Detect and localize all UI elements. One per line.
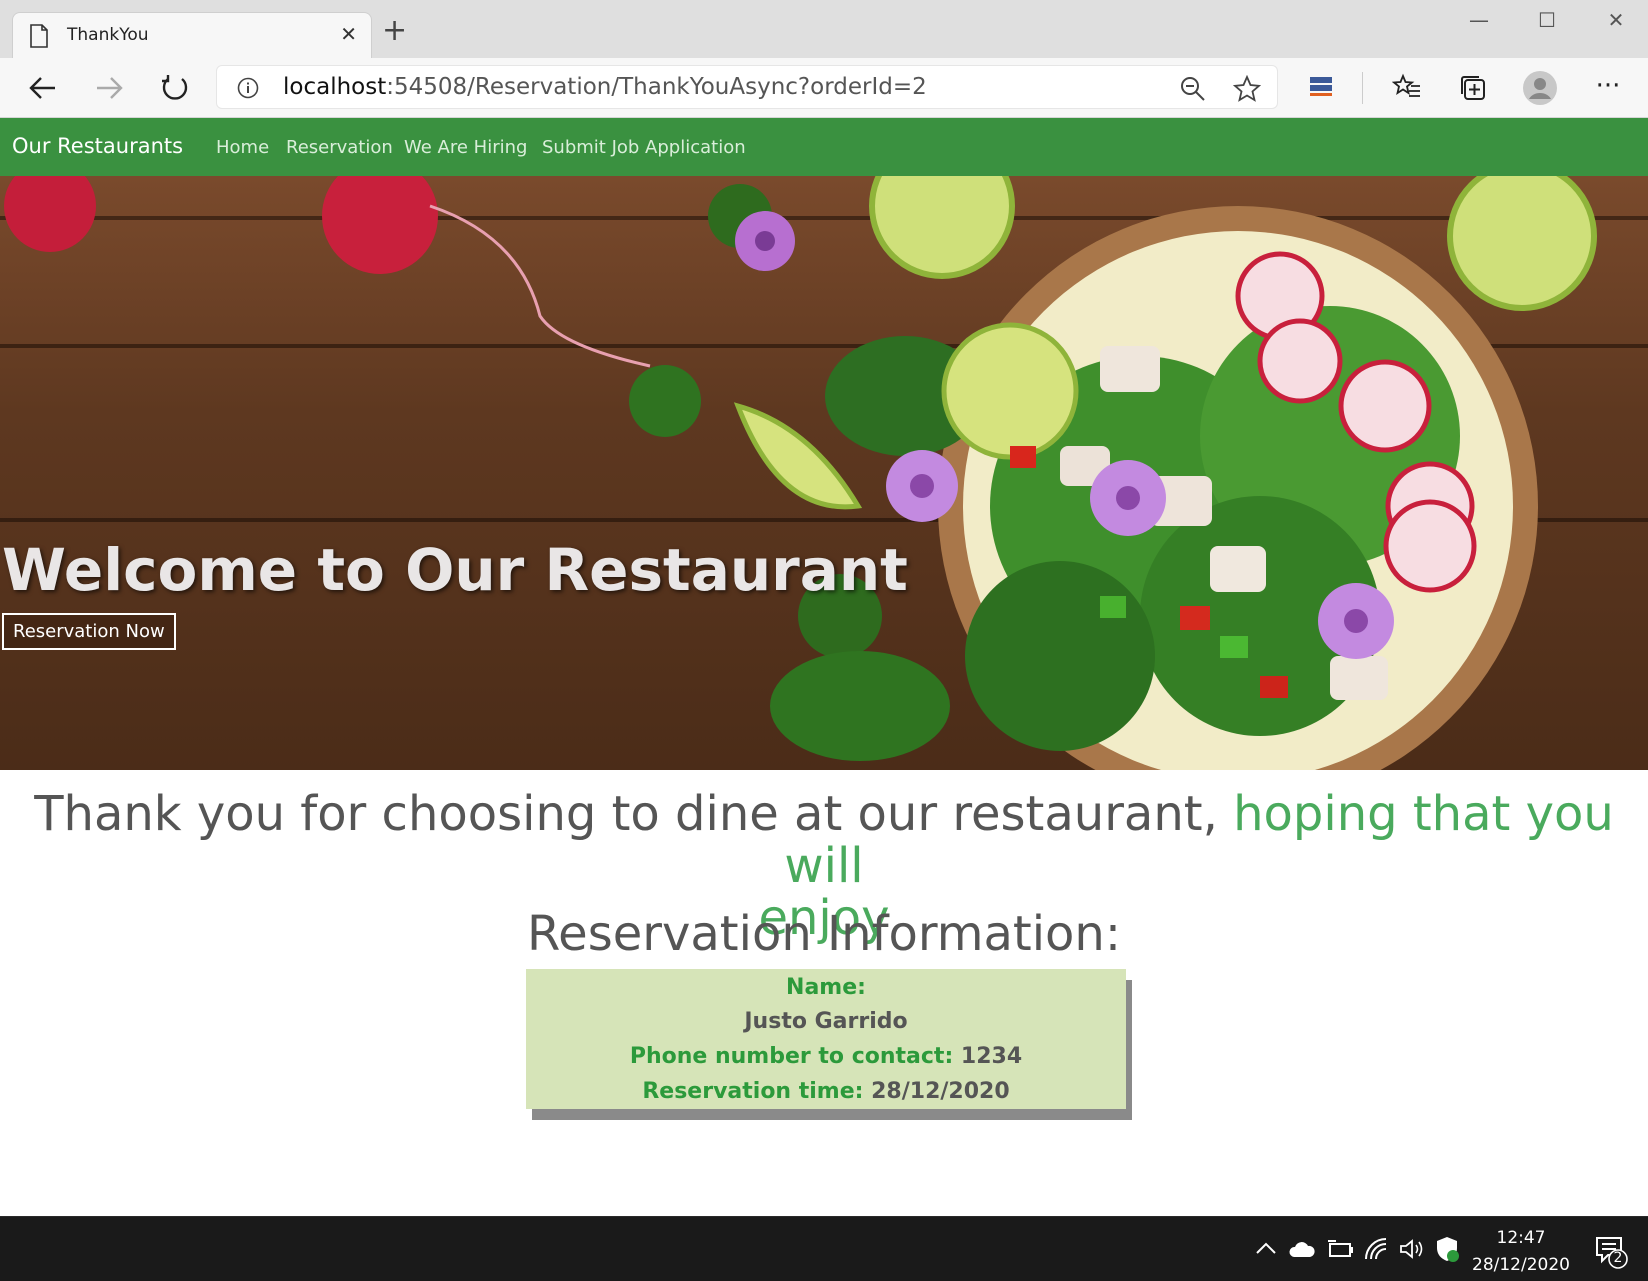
info-icon[interactable] bbox=[237, 77, 259, 99]
browser-tab[interactable]: ThankYou ✕ bbox=[12, 12, 372, 58]
phone-label: Phone number to contact: bbox=[629, 1044, 954, 1069]
forward-icon[interactable] bbox=[94, 74, 124, 102]
windows-taskbar: 12:47 28/12/2020 2 bbox=[0, 1216, 1648, 1281]
more-icon[interactable]: ··· bbox=[1591, 69, 1625, 103]
site-navbar: Our Restaurants Home Reservation We Are … bbox=[0, 118, 1648, 176]
salad-illustration bbox=[4, 176, 1597, 770]
hero-banner: Welcome to Our Restaurant Reservation No… bbox=[0, 176, 1648, 770]
thank-you-text: Thank you for choosing to dine at our re… bbox=[34, 786, 1218, 842]
address-host: localhost bbox=[283, 74, 387, 100]
profile-icon[interactable] bbox=[1522, 70, 1558, 106]
zoom-icon[interactable] bbox=[1179, 75, 1207, 103]
collections-icon[interactable] bbox=[1458, 73, 1488, 103]
name-value-row: Justo Garrido bbox=[526, 1009, 1126, 1034]
new-tab-icon[interactable]: + bbox=[382, 16, 407, 46]
chevron-up-icon[interactable] bbox=[1255, 1241, 1277, 1255]
back-icon[interactable] bbox=[28, 74, 58, 102]
clock-date[interactable]: 28/12/2020 bbox=[1466, 1255, 1576, 1275]
hero-title: Welcome to Our Restaurant bbox=[2, 536, 908, 604]
site-brand[interactable]: Our Restaurants bbox=[12, 134, 183, 158]
volume-icon[interactable] bbox=[1398, 1237, 1424, 1261]
tab-strip: ThankYou ✕ + — ☐ ✕ bbox=[0, 0, 1648, 58]
phone-value: 1234 bbox=[960, 1044, 1023, 1069]
tab-close-icon[interactable]: ✕ bbox=[340, 23, 357, 45]
battery-icon[interactable] bbox=[1326, 1239, 1354, 1259]
tab-title: ThankYou bbox=[67, 25, 149, 45]
reservation-now-button[interactable]: Reservation Now bbox=[2, 613, 176, 650]
nav-link-home[interactable]: Home bbox=[216, 137, 269, 158]
notification-count: 2 bbox=[1613, 1250, 1623, 1266]
name-label: Name: bbox=[786, 975, 866, 1000]
toolbar-divider bbox=[1362, 72, 1363, 104]
reservation-info-box: Name: Justo Garrido Phone number to cont… bbox=[526, 969, 1126, 1109]
extension-icon[interactable] bbox=[1308, 75, 1334, 101]
time-row: Reservation time: 28/12/2020 bbox=[526, 1079, 1126, 1104]
maximize-icon[interactable]: ☐ bbox=[1527, 8, 1567, 38]
favorite-star-icon[interactable] bbox=[1233, 75, 1261, 103]
address-text[interactable]: localhost:54508/Reservation/ThankYouAsyn… bbox=[283, 74, 927, 100]
reservation-heading: Reservation Information: bbox=[526, 906, 1122, 962]
refresh-icon[interactable] bbox=[160, 73, 190, 103]
name-row: Name: bbox=[526, 975, 1126, 1000]
nav-link-hiring[interactable]: We Are Hiring bbox=[404, 137, 527, 158]
onedrive-icon[interactable] bbox=[1288, 1241, 1316, 1259]
time-label: Reservation time: bbox=[642, 1079, 864, 1104]
clock-time[interactable]: 12:47 bbox=[1476, 1228, 1566, 1248]
nav-link-job-application[interactable]: Submit Job Application bbox=[542, 137, 746, 158]
browser-toolbar: localhost:54508/Reservation/ThankYouAsyn… bbox=[0, 58, 1648, 118]
minimize-icon[interactable]: — bbox=[1459, 8, 1499, 38]
wifi-icon[interactable] bbox=[1364, 1237, 1390, 1261]
security-icon[interactable] bbox=[1434, 1235, 1460, 1263]
close-window-icon[interactable]: ✕ bbox=[1596, 8, 1636, 38]
phone-row: Phone number to contact: 1234 bbox=[526, 1044, 1126, 1069]
nav-link-reservation[interactable]: Reservation bbox=[286, 137, 393, 158]
name-value: Justo Garrido bbox=[744, 1009, 908, 1034]
address-path: :54508/Reservation/ThankYouAsync?orderId… bbox=[386, 74, 927, 100]
address-bar[interactable]: localhost:54508/Reservation/ThankYouAsyn… bbox=[216, 65, 1278, 109]
favorites-icon[interactable] bbox=[1392, 73, 1422, 103]
time-value: 28/12/2020 bbox=[871, 1079, 1010, 1104]
document-icon bbox=[30, 24, 48, 48]
